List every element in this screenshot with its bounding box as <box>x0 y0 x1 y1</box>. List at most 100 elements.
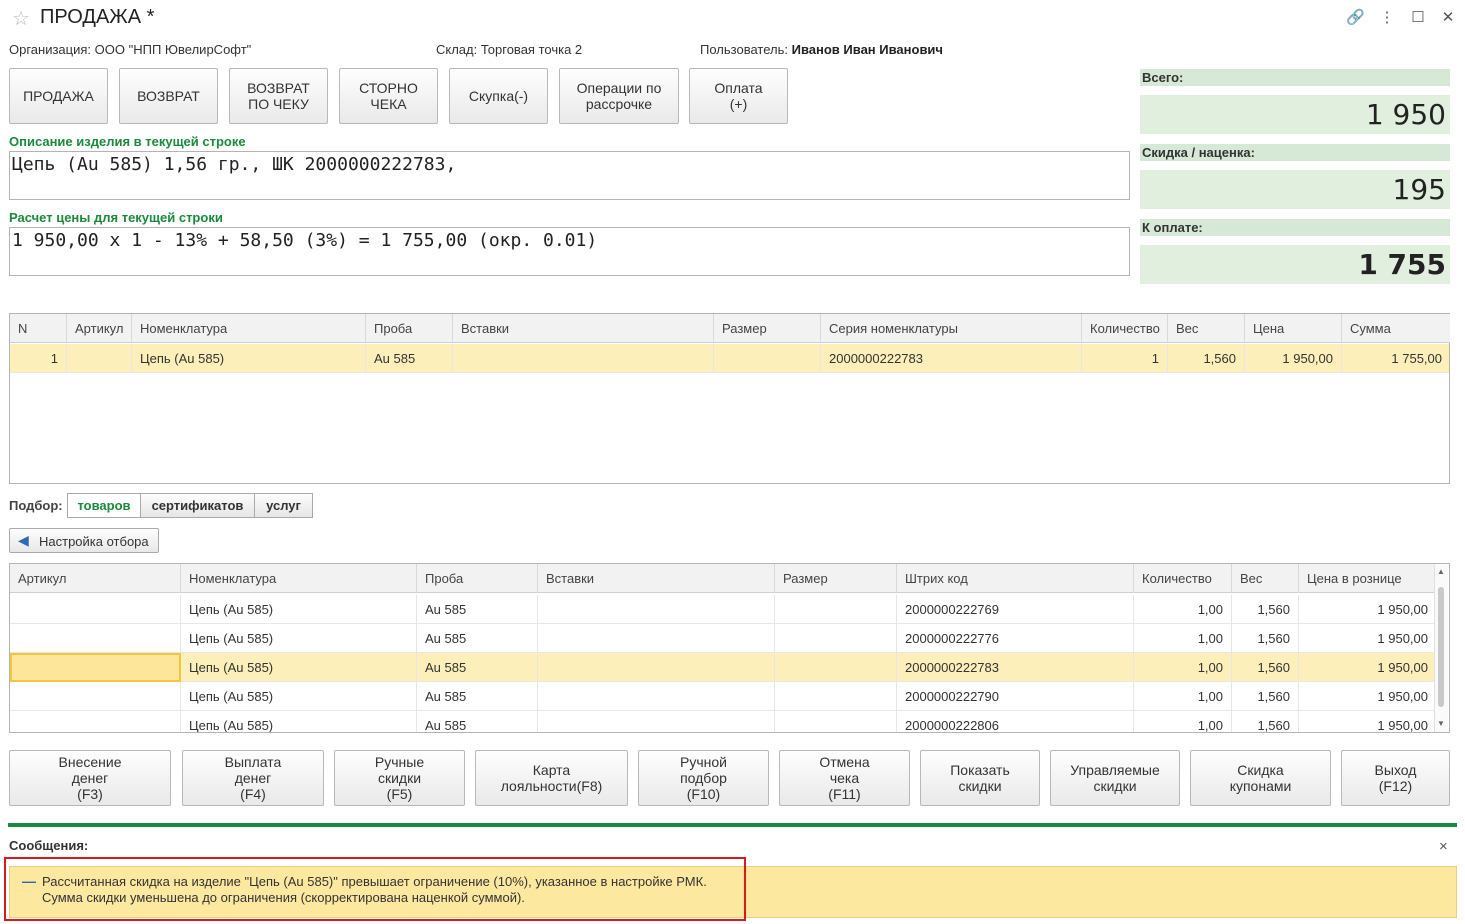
cart-col-n[interactable]: N <box>10 314 67 343</box>
stock-cell-weight: 1,560 <box>1232 653 1299 682</box>
loyalty-card-button[interactable]: Карта лояльности(F8) <box>475 750 628 806</box>
table-row[interactable]: Цепь (Au 585) Au 585 2000000222776 1,00 … <box>10 624 1434 653</box>
maximize-icon[interactable]: ☐ <box>1409 8 1427 26</box>
stock-cell-weight: 1,560 <box>1232 682 1299 711</box>
stock-col-inserts[interactable]: Вставки <box>538 564 775 593</box>
stock-cell-qty: 1,00 <box>1134 595 1232 624</box>
cart-col-price[interactable]: Цена <box>1245 314 1342 343</box>
coupon-discount-button[interactable]: Скидка купонами <box>1190 750 1331 806</box>
cart-col-name[interactable]: Номенклатура <box>132 314 366 343</box>
manual-selection-button[interactable]: Ручной подбор (F10) <box>638 750 769 806</box>
stock-cell-assay: Au 585 <box>417 653 538 682</box>
stock-cell-size <box>775 624 897 653</box>
stock-cell-price: 1 950,00 <box>1377 602 1428 617</box>
table-row[interactable]: Цепь (Au 585) Au 585 2000000222769 1,00 … <box>10 595 1434 624</box>
tab-certificates[interactable]: сертификатов <box>140 493 255 518</box>
storno-button[interactable]: СТОРНО ЧЕКА <box>339 68 438 124</box>
favorite-star-icon[interactable]: ☆ <box>12 6 30 31</box>
stock-cell-inserts <box>538 624 775 653</box>
cash-in-button[interactable]: Внесение денег (F3) <box>9 750 171 806</box>
cart-col-size[interactable]: Размер <box>714 314 821 343</box>
managed-discounts-button[interactable]: Управляемые скидки <box>1050 750 1180 806</box>
stock-col-article[interactable]: Артикул <box>10 564 181 593</box>
stock-cell-price: 1 950,00 <box>1377 631 1428 646</box>
price-calc-label: Расчет цены для текущей строки <box>9 210 223 225</box>
tab-goods[interactable]: товаров <box>67 493 141 518</box>
cart-cell-weight: 1,560 <box>1168 344 1245 373</box>
cart-cell-price: 1 950,00 <box>1245 344 1342 373</box>
messages-close-icon[interactable]: × <box>1439 838 1448 855</box>
cart-col-weight[interactable]: Вес <box>1168 314 1245 343</box>
scroll-down-icon[interactable]: ▼ <box>1437 719 1445 728</box>
stock-cell-assay: Au 585 <box>417 624 538 653</box>
stock-col-price[interactable]: Цена в рознице <box>1299 564 1436 593</box>
payment-button[interactable]: Оплата (+) <box>689 68 788 124</box>
cart-col-series[interactable]: Серия номенклатуры <box>821 314 1082 343</box>
stock-cell-barcode: 2000000222783 <box>897 653 1134 682</box>
stock-cell-inserts <box>538 595 775 624</box>
installment-button[interactable]: Операции по рассрочке <box>559 68 679 124</box>
stock-cell-price: 1 950,00 <box>1377 660 1428 675</box>
description-field[interactable]: Цепь (Au 585) 1,56 гр., ШК 2000000222783… <box>9 151 1130 200</box>
return-by-receipt-button[interactable]: ВОЗВРАТ ПО ЧЕКУ <box>229 68 328 124</box>
stock-cell-size <box>775 653 897 682</box>
table-row[interactable]: Цепь (Au 585) Au 585 2000000222790 1,00 … <box>10 682 1434 711</box>
show-discounts-button[interactable]: Показать скидки <box>920 750 1040 806</box>
stock-cell-name: Цепь (Au 585) <box>181 653 417 682</box>
exit-button[interactable]: Выход (F12) <box>1341 750 1450 806</box>
stock-cell-qty: 1,00 <box>1134 711 1232 732</box>
cart-cell-n: 1 <box>10 344 67 373</box>
table-row[interactable]: Цепь (Au 585) Au 585 2000000222783 1,00 … <box>10 653 1434 682</box>
stock-cell-barcode: 2000000222776 <box>897 624 1134 653</box>
stock-scrollbar[interactable]: ▲ ▼ <box>1434 565 1448 732</box>
organization-info: Организация: ООО "НПП ЮвелирСофт" <box>9 42 251 57</box>
manual-discounts-button[interactable]: Ручные скидки (F5) <box>334 750 465 806</box>
stock-cell-weight: 1,560 <box>1232 624 1299 653</box>
scroll-thumb[interactable] <box>1438 587 1444 707</box>
sale-button[interactable]: ПРОДАЖА <box>9 68 108 124</box>
table-row[interactable]: 1 Цепь (Au 585) Au 585 2000000222783 1 1… <box>10 344 1449 373</box>
stock-cell-qty: 1,00 <box>1134 653 1232 682</box>
cart-col-inserts[interactable]: Вставки <box>453 314 714 343</box>
arrow-left-icon: ◀ <box>18 532 29 548</box>
cart-cell-series: 2000000222783 <box>821 344 1082 373</box>
link-icon[interactable]: 🔗 <box>1346 8 1365 26</box>
tab-services[interactable]: услуг <box>254 493 313 518</box>
close-icon[interactable]: ✕ <box>1439 8 1457 26</box>
stock-col-name[interactable]: Номенклатура <box>181 564 417 593</box>
stock-cell-assay: Au 585 <box>417 682 538 711</box>
stock-cell-inserts <box>538 711 775 732</box>
cart-table[interactable]: N Артикул Номенклатура Проба Вставки Раз… <box>9 313 1450 484</box>
stock-cell-article[interactable] <box>10 653 181 682</box>
stock-col-barcode[interactable]: Штрих код <box>897 564 1134 593</box>
stock-col-size[interactable]: Размер <box>775 564 897 593</box>
stock-table[interactable]: Артикул Номенклатура Проба Вставки Разме… <box>9 563 1450 733</box>
stock-cell-assay: Au 585 <box>417 595 538 624</box>
cart-col-qty[interactable]: Количество <box>1082 314 1168 343</box>
stock-col-qty[interactable]: Количество <box>1134 564 1232 593</box>
stock-col-weight[interactable]: Вес <box>1232 564 1299 593</box>
stock-col-assay[interactable]: Проба <box>417 564 538 593</box>
stock-cell-barcode: 2000000222769 <box>897 595 1134 624</box>
cart-col-sum[interactable]: Сумма <box>1342 314 1450 343</box>
stock-cell-qty: 1,00 <box>1134 682 1232 711</box>
table-row[interactable]: Цепь (Au 585) Au 585 2000000222806 1,00 … <box>10 711 1434 732</box>
message-highlight-frame <box>4 857 746 921</box>
cart-cell-name: Цепь (Au 585) <box>132 344 366 373</box>
cancel-receipt-button[interactable]: Отмена чека (F11) <box>779 750 910 806</box>
discount-label: Скидка / наценка: <box>1140 144 1450 161</box>
cart-col-article[interactable]: Артикул <box>67 314 132 343</box>
pay-value: 1 755 <box>1140 245 1450 284</box>
filter-settings-button[interactable]: ◀ Настройка отбора <box>9 528 159 553</box>
price-calc-field[interactable]: 1 950,00 x 1 - 13% + 58,50 (3%) = 1 755,… <box>9 227 1130 276</box>
org-value: ООО "НПП ЮвелирСофт" <box>94 42 252 57</box>
messages-title: Сообщения: <box>9 838 89 853</box>
buyback-button[interactable]: Скупка(-) <box>449 68 548 124</box>
stock-cell-price: 1 950,00 <box>1377 689 1428 704</box>
stock-cell-article <box>10 624 181 653</box>
return-button[interactable]: ВОЗВРАТ <box>119 68 218 124</box>
cart-col-assay[interactable]: Проба <box>366 314 453 343</box>
scroll-up-icon[interactable]: ▲ <box>1437 567 1445 576</box>
cash-out-button[interactable]: Выплата денег (F4) <box>182 750 324 806</box>
more-menu-icon[interactable]: ⋮ <box>1378 8 1396 26</box>
